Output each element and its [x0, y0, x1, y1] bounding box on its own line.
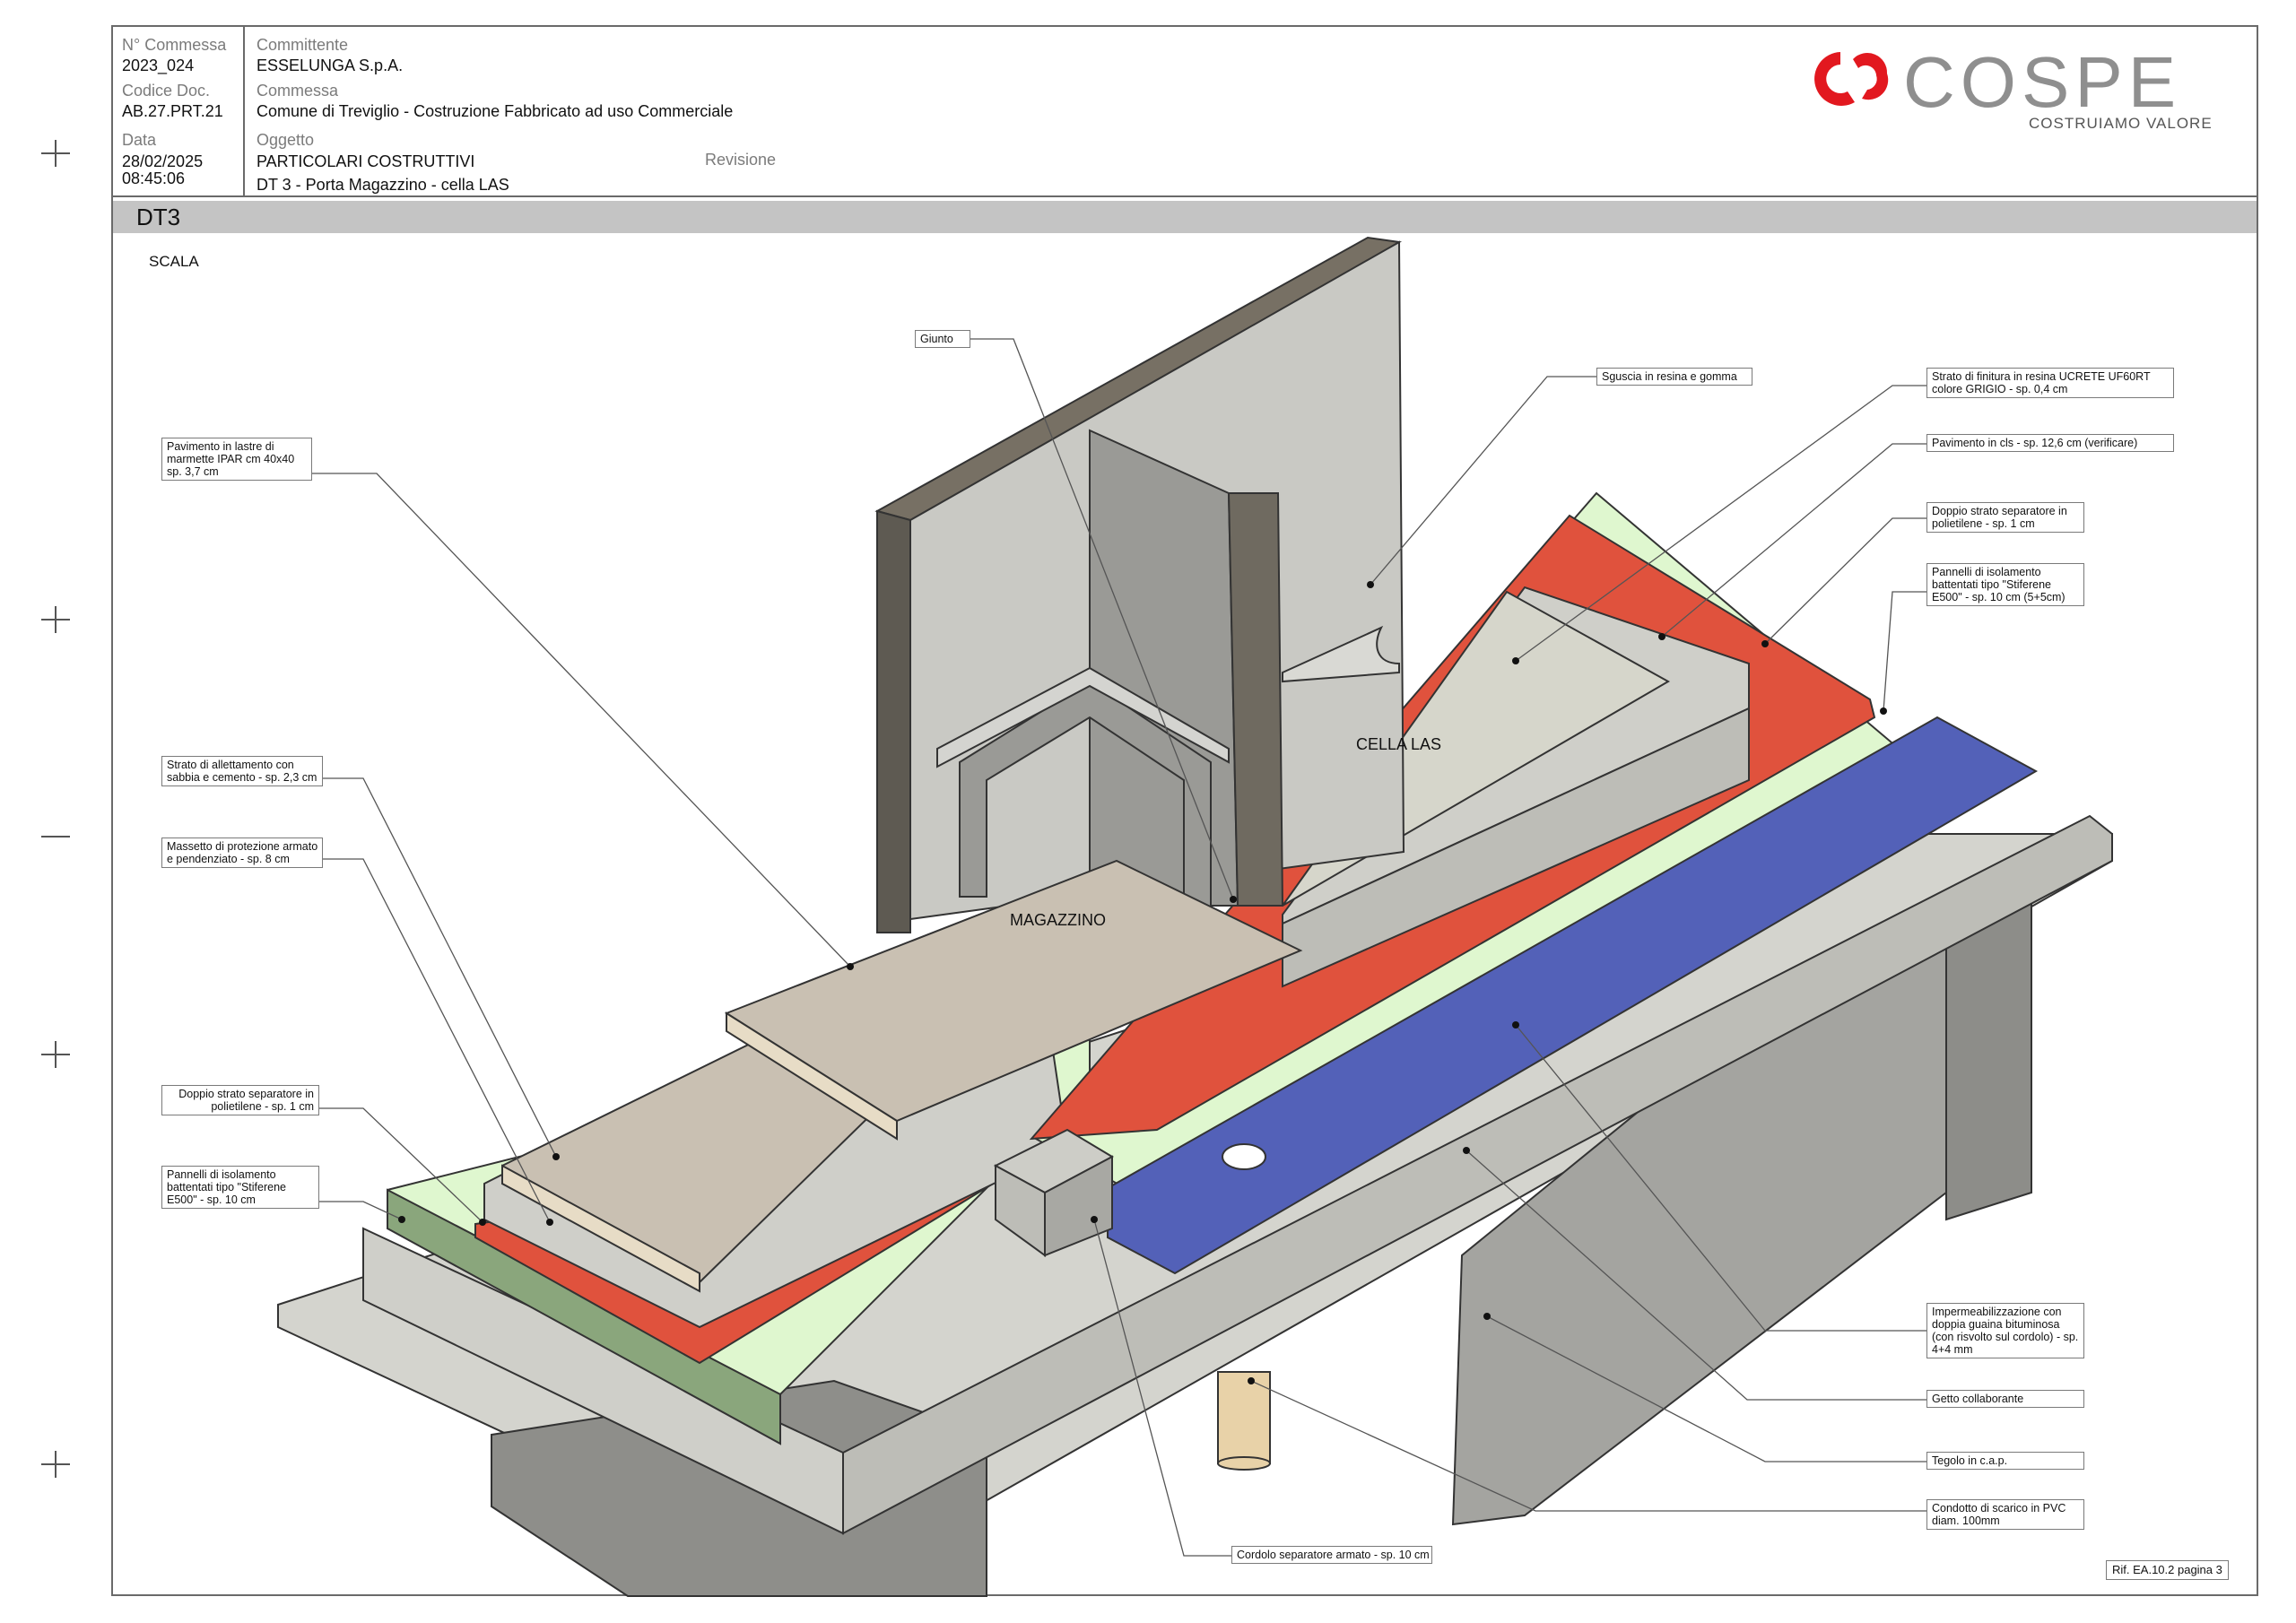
magazzino-label: MAGAZZINO	[1010, 911, 1106, 929]
callout-strato-allettamento: Strato di allettamento con sabbia e cemen…	[161, 756, 323, 786]
tegolo-right-web	[1945, 896, 2032, 1221]
cella-las-label: CELLA LAS	[1356, 735, 1442, 753]
callout-cordolo: Cordolo separatore armato - sp. 10 cm	[1231, 1546, 1432, 1564]
callout-massetto: Massetto di protezione armato e pendenzia…	[161, 838, 323, 868]
wall-return-edge	[1227, 492, 1284, 907]
sheet-reference: Rif. EA.10.2 pagina 3	[2106, 1560, 2229, 1580]
callout-pannelli-dx: Pannelli di isolamento battentati tipo "S…	[1926, 563, 2084, 606]
callout-pannelli-sx: Pannelli di isolamento battentati tipo "S…	[161, 1166, 319, 1209]
callout-giunto: Giunto	[915, 330, 970, 348]
callout-strato-finitura: Strato di finitura in resina UCRETE UF60…	[1926, 368, 2174, 398]
callout-tegolo: Tegolo in c.a.p.	[1926, 1452, 2084, 1470]
callout-doppio-strato-sx: Doppio strato separatore in polietilene -…	[161, 1085, 319, 1115]
wall-return	[1089, 429, 1239, 907]
drain-opening	[1222, 1143, 1266, 1170]
callout-getto-collaborante: Getto collaborante	[1926, 1390, 2084, 1408]
callout-impermeabilizzazione: Impermeabilizzazione con doppia guaina bi…	[1926, 1303, 2084, 1358]
callout-pavimento-cls: Pavimento in cls - sp. 12,6 cm (verifica…	[1926, 434, 2174, 452]
callout-pavimento-ipar: Pavimento in lastre di marmette IPAR cm 4…	[161, 438, 312, 481]
construction-detail-drawing	[277, 236, 2113, 1597]
callout-condotto: Condotto di scarico in PVC diam. 100mm	[1926, 1499, 2084, 1530]
wall-end	[876, 509, 911, 933]
callout-doppio-strato-dx: Doppio strato separatore in polietilene -…	[1926, 502, 2084, 533]
callout-sguscia: Sguscia in resina e gomma	[1596, 368, 1752, 386]
